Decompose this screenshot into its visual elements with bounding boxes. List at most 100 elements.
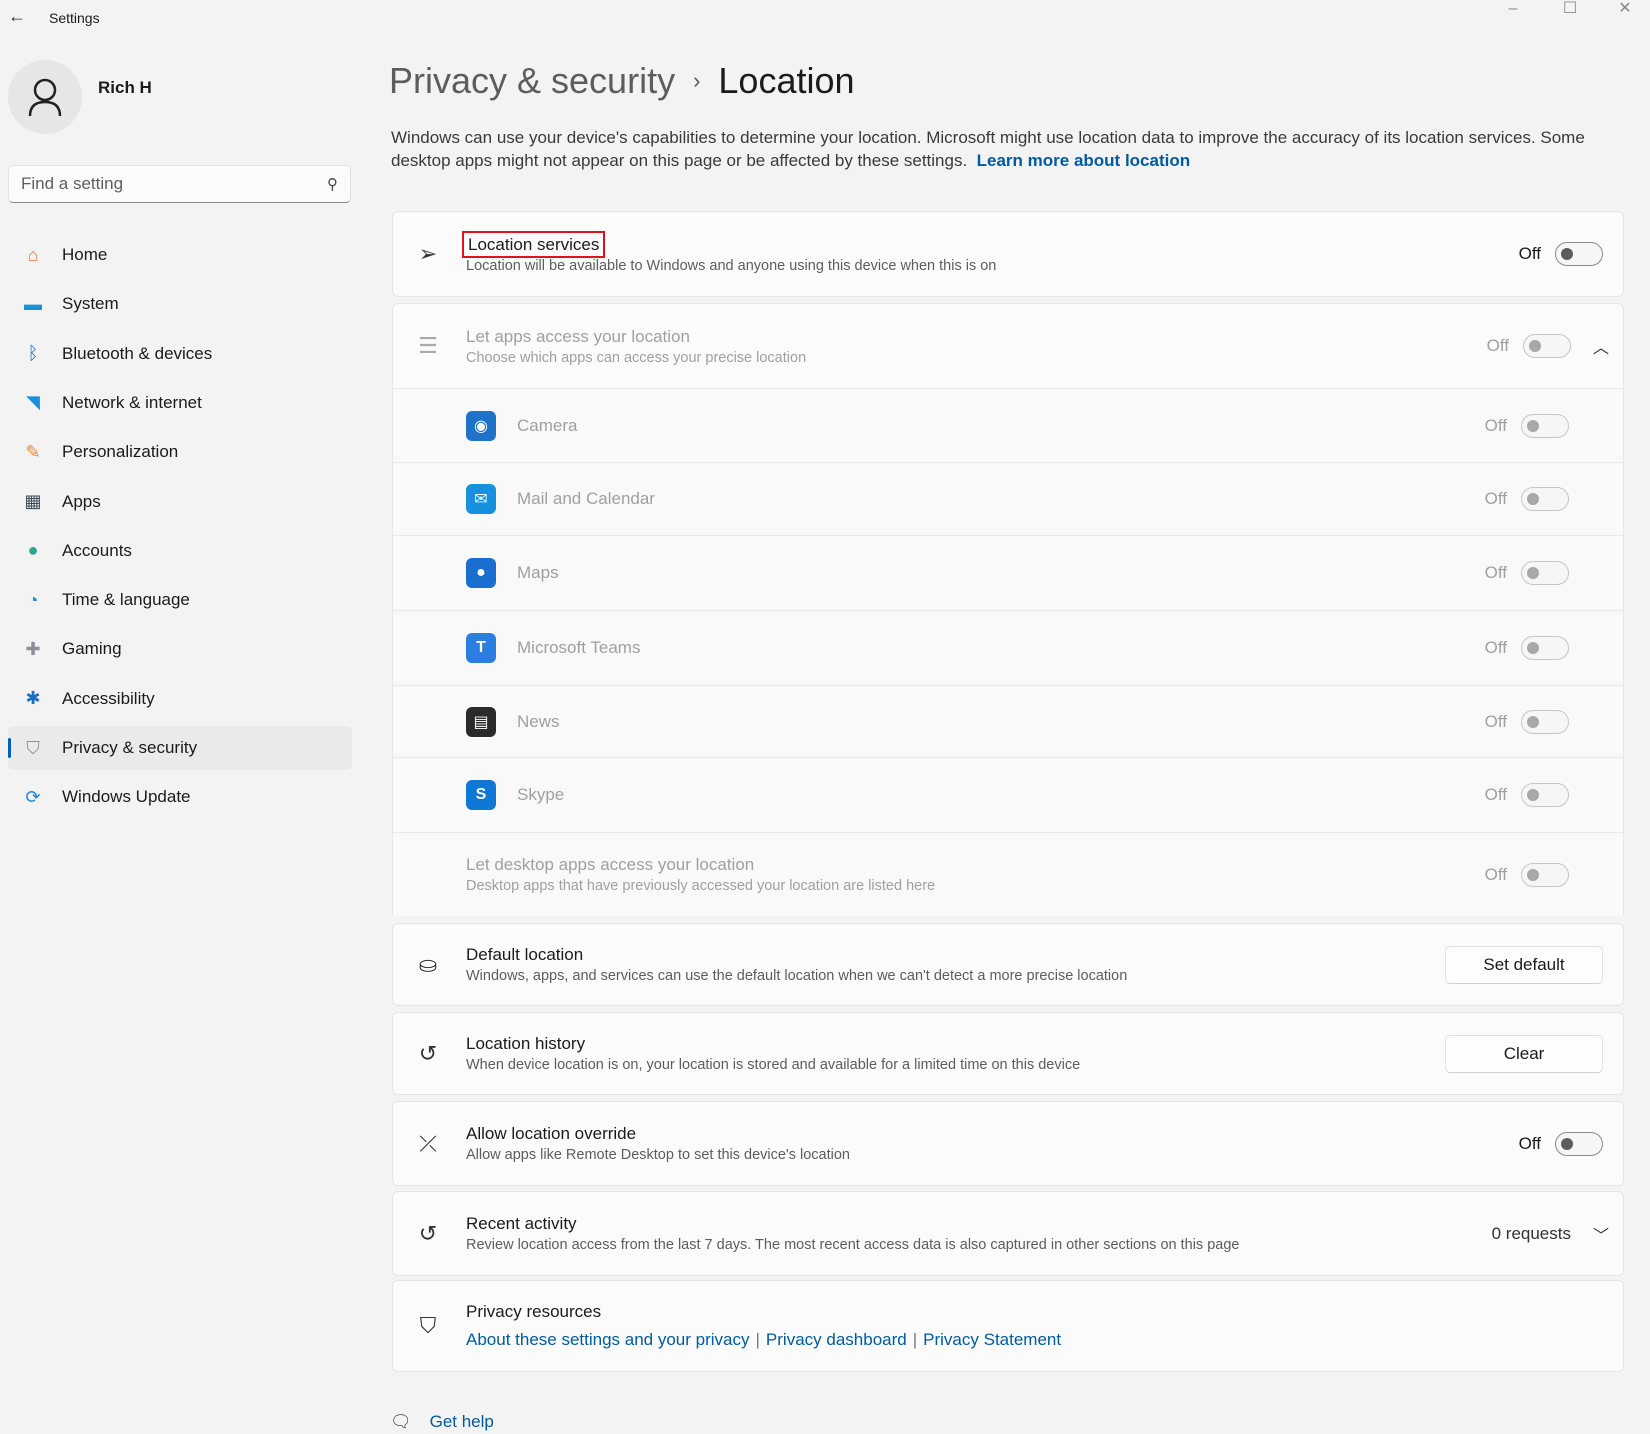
toggle-state: Off: [1485, 785, 1507, 805]
apps-icon: ▦: [20, 491, 46, 513]
chevron-down-icon[interactable]: ﹀: [1593, 1222, 1609, 1246]
bluetooth-icon: ᛒ: [20, 343, 46, 365]
toggle-state: Off: [1485, 638, 1507, 658]
app-row: ▤ News Off: [392, 685, 1624, 757]
app-row: ● Maps Off: [392, 535, 1624, 610]
app-row: ✉ Mail and Calendar Off: [392, 462, 1624, 535]
location-arrow-icon: ➢: [415, 241, 441, 267]
desktop-apps-toggle[interactable]: [1521, 863, 1569, 887]
toggle-state: Off: [1485, 712, 1507, 732]
privacy-dashboard-link[interactable]: Privacy dashboard: [766, 1330, 907, 1349]
maps-icon: ●: [466, 558, 496, 588]
sidebar-item-apps[interactable]: ▦ Apps: [8, 480, 352, 524]
recent-activity-card[interactable]: ↺ Recent activityReview location access …: [392, 1191, 1624, 1276]
app-location-toggle[interactable]: [1521, 561, 1569, 585]
toggle-state: Off: [1519, 244, 1541, 264]
sidebar-item-privacy-security[interactable]: ⛉ Privacy & security: [8, 726, 352, 770]
page-title: Privacy & security › Location: [389, 60, 855, 102]
privacy-resources-title: Privacy resources: [466, 1302, 1061, 1322]
sidebar-item-system[interactable]: ▬ System: [8, 282, 352, 326]
list-icon: ☰: [415, 333, 441, 359]
override-subtitle: Allow apps like Remote Desktop to set th…: [466, 1147, 850, 1163]
sidebar-item-home[interactable]: ⌂Home: [8, 233, 352, 277]
get-help-link[interactable]: Get help: [430, 1412, 494, 1432]
accessibility-icon: ✱: [20, 688, 46, 710]
location-services-title: Location services: [466, 235, 601, 254]
sidebar-item-label: Privacy & security: [62, 738, 197, 758]
close-button[interactable]: ✕: [1600, 0, 1650, 18]
back-arrow-icon[interactable]: ←: [8, 6, 26, 27]
sidebar-item-time-language[interactable]: ◔ Time & language: [8, 578, 352, 622]
sidebar-item-network-internet[interactable]: ◥ Network & internet: [8, 381, 352, 425]
gamepad-icon: ✚: [20, 638, 46, 660]
sidebar-item-label: System: [62, 294, 119, 314]
search-input[interactable]: Find a setting ⚲: [8, 165, 351, 203]
sidebar-item-label: Network & internet: [62, 393, 202, 413]
toggle-state: Off: [1485, 865, 1507, 885]
wifi-icon: ◥: [20, 392, 46, 414]
let-apps-title: Let apps access your location: [466, 327, 806, 347]
let-apps-card[interactable]: ☰ Let apps access your locationChoose wh…: [392, 303, 1624, 389]
app-location-toggle[interactable]: [1521, 636, 1569, 660]
time-language-icon: ◔: [20, 589, 46, 611]
app-row: S Skype Off: [392, 757, 1624, 832]
desktop-apps-row: Let desktop apps access your location Des…: [392, 832, 1624, 916]
app-name: News: [517, 712, 560, 732]
system-icon: ▬: [20, 293, 46, 315]
let-apps-toggle[interactable]: [1523, 334, 1571, 358]
microsoft-teams-icon: T: [466, 633, 496, 663]
toggle-state: Off: [1519, 1134, 1541, 1154]
chevron-up-icon[interactable]: ︿: [1593, 334, 1609, 358]
avatar[interactable]: [8, 60, 82, 134]
app-name: Skype: [517, 785, 564, 805]
toggle-state: Off: [1487, 336, 1509, 356]
sidebar-item-windows-update[interactable]: ⟳Windows Update: [8, 775, 352, 819]
override-icon: ⤫: [415, 1131, 441, 1157]
history-icon: ↺: [415, 1041, 441, 1067]
location-history-card: ↺ Location historyWhen device location i…: [392, 1012, 1624, 1095]
app-location-toggle[interactable]: [1521, 487, 1569, 511]
default-location-subtitle: Windows, apps, and services can use the …: [466, 968, 1127, 984]
skype-icon: S: [466, 780, 496, 810]
sidebar-item-label: Time & language: [62, 590, 190, 610]
learn-more-link[interactable]: Learn more about location: [977, 151, 1190, 170]
app-name: Microsoft Teams: [517, 638, 640, 658]
clear-button[interactable]: Clear: [1445, 1035, 1603, 1073]
breadcrumb-parent[interactable]: Privacy & security: [389, 60, 675, 101]
update-icon: ⟳: [20, 786, 46, 808]
maximize-button[interactable]: ☐: [1545, 0, 1595, 18]
desktop-apps-subtitle: Desktop apps that have previously access…: [466, 878, 935, 894]
app-location-toggle[interactable]: [1521, 783, 1569, 807]
sidebar-item-label: Apps: [62, 492, 101, 512]
minimize-button[interactable]: –: [1488, 0, 1538, 18]
app-name: Maps: [517, 563, 559, 583]
sidebar-item-accounts[interactable]: ●Accounts: [8, 529, 352, 573]
app-location-toggle[interactable]: [1521, 710, 1569, 734]
recent-activity-title: Recent activity: [466, 1214, 1239, 1234]
app-name: Mail and Calendar: [517, 489, 655, 509]
sidebar-item-label: Gaming: [62, 639, 122, 659]
override-toggle[interactable]: [1555, 1132, 1603, 1156]
privacy-statement-link[interactable]: Privacy Statement: [923, 1330, 1061, 1349]
desktop-apps-title: Let desktop apps access your location: [466, 855, 935, 875]
shield-outline-icon: ⛉: [415, 1313, 441, 1339]
breadcrumb-current: Location: [718, 60, 854, 101]
sidebar-item-gaming[interactable]: ✚ Gaming: [8, 627, 352, 671]
shield-icon: ⛉: [20, 737, 46, 759]
sidebar-item-label: Accessibility: [62, 689, 155, 709]
search-icon: ⚲: [327, 175, 338, 193]
sidebar-item-accessibility[interactable]: ✱ Accessibility: [8, 677, 352, 721]
about-privacy-link[interactable]: About these settings and your privacy: [466, 1330, 750, 1349]
accounts-icon: ●: [20, 540, 46, 562]
location-services-toggle[interactable]: [1555, 242, 1603, 266]
search-placeholder: Find a setting: [21, 174, 123, 194]
breadcrumb-separator: ›: [693, 68, 700, 93]
sidebar-item-personalization[interactable]: ✎Personalization: [8, 430, 352, 474]
recent-activity-subtitle: Review location access from the last 7 d…: [466, 1237, 1239, 1253]
app-name: Camera: [517, 416, 577, 436]
user-icon: [27, 77, 63, 117]
app-row: T Microsoft Teams Off: [392, 610, 1624, 685]
sidebar-item-bluetooth-devices[interactable]: ᛒBluetooth & devices: [8, 332, 352, 376]
app-location-toggle[interactable]: [1521, 414, 1569, 438]
set-default-button[interactable]: Set default: [1445, 946, 1603, 984]
